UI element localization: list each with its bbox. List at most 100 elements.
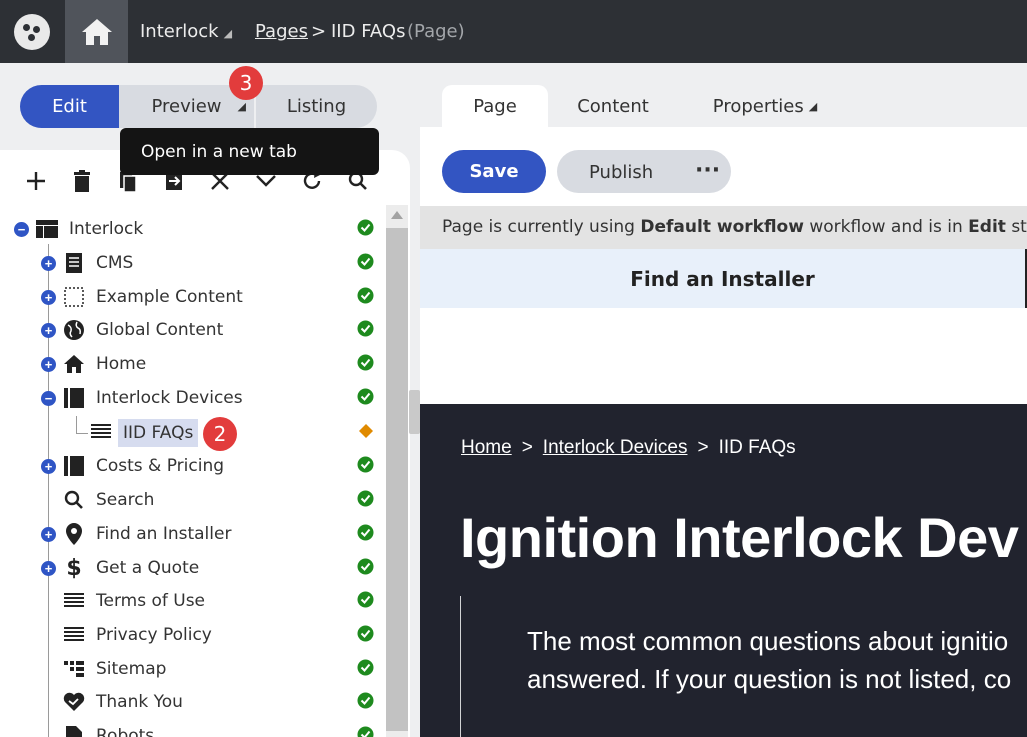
tree-item-label: Thank You xyxy=(96,692,183,712)
expand-icon[interactable]: + xyxy=(41,561,56,576)
collapse-icon[interactable]: − xyxy=(41,391,56,406)
document-icon xyxy=(63,252,85,274)
dollar-icon: $ xyxy=(66,555,82,581)
tree-item-label: Costs & Pricing xyxy=(96,456,225,476)
collapse-icon[interactable]: − xyxy=(14,222,29,237)
step-badge-3: 3 xyxy=(229,66,263,100)
published-status-icon xyxy=(357,726,374,737)
book-icon xyxy=(63,387,85,409)
expand-icon[interactable]: + xyxy=(41,459,56,474)
add-icon[interactable] xyxy=(22,164,50,198)
expand-icon[interactable]: + xyxy=(41,357,56,372)
published-status-icon xyxy=(357,625,374,642)
expand-icon[interactable]: + xyxy=(41,323,56,338)
expand-icon[interactable]: + xyxy=(41,290,56,305)
preview-intro-text: The most common questions about ignitio … xyxy=(527,622,1011,698)
edit-mode-button[interactable]: Edit xyxy=(20,85,119,128)
tree-item-label: Privacy Policy xyxy=(96,625,212,645)
preview-breadcrumb: Home > Interlock Devices > IID FAQs xyxy=(461,437,796,459)
tree-item-label: Global Content xyxy=(96,320,224,340)
workflow-text: Page is currently using xyxy=(442,217,641,237)
logo-icon xyxy=(13,13,50,50)
expand-icon[interactable]: + xyxy=(41,256,56,271)
save-button[interactable]: Save xyxy=(442,150,546,193)
tree-item-global-content[interactable]: + Global Content xyxy=(0,313,384,347)
tree-item-example-content[interactable]: + Example Content xyxy=(0,280,384,314)
file-icon xyxy=(63,725,85,737)
more-options-icon[interactable]: ··· xyxy=(695,158,720,183)
site-selector[interactable]: Interlock ◢ xyxy=(140,21,232,42)
delete-icon[interactable] xyxy=(68,164,96,198)
tree-scrollbar-thumb[interactable] xyxy=(386,228,408,731)
tree-item-costs-pricing[interactable]: + Costs & Pricing xyxy=(0,449,384,483)
scroll-up-arrow-icon[interactable] xyxy=(391,211,403,219)
globe-icon xyxy=(63,319,85,341)
workflow-text: step. xyxy=(1011,217,1027,237)
preview-spacer xyxy=(420,308,1027,404)
tree-item-label: CMS xyxy=(96,253,134,273)
book-icon xyxy=(63,455,85,477)
tab-content[interactable]: Content xyxy=(563,85,663,128)
listing-mode-button[interactable]: Listing xyxy=(256,85,377,128)
publish-button[interactable]: Publish xyxy=(589,162,653,183)
caret-down-icon: ◢ xyxy=(808,100,818,113)
expand-icon[interactable]: + xyxy=(41,527,56,542)
preview-intro-line: The most common questions about ignitio xyxy=(527,626,1009,656)
tree-item-label: Home xyxy=(96,354,147,374)
published-status-icon xyxy=(357,591,374,608)
breadcrumb-pages-link[interactable]: Pages xyxy=(255,21,308,42)
workflow-status-bar: Page is currently using Default workflow… xyxy=(420,206,1027,249)
preview-breadcrumb-home[interactable]: Home xyxy=(461,437,512,458)
tree-item-find-an-installer[interactable]: + Find an Installer xyxy=(0,517,384,551)
panel-splitter-handle[interactable] xyxy=(409,390,420,434)
published-status-icon xyxy=(357,219,374,236)
published-status-icon xyxy=(357,253,374,270)
tree-item-iid-faqs[interactable]: IID FAQs xyxy=(0,415,384,449)
home-icon xyxy=(63,353,85,375)
preview-breadcrumb-separator: > xyxy=(521,437,533,458)
list-icon xyxy=(90,421,112,443)
caret-down-icon[interactable]: ◢ xyxy=(238,100,246,113)
layout-icon xyxy=(36,218,58,240)
sitemap-icon xyxy=(63,658,85,680)
workflow-name: Default workflow xyxy=(640,217,804,237)
tree-item-get-a-quote[interactable]: + $ Get a Quote xyxy=(0,551,384,585)
search-icon xyxy=(63,489,85,511)
tree-item-label: Interlock xyxy=(69,219,144,239)
list-icon xyxy=(63,624,85,646)
home-button[interactable] xyxy=(65,0,128,63)
workflow-step-name: Edit xyxy=(968,217,1006,237)
published-status-icon xyxy=(357,490,374,507)
tree-item-label: Example Content xyxy=(96,287,243,307)
tree-item-search[interactable]: Search xyxy=(0,483,384,517)
tree-item-privacy-policy[interactable]: Privacy Policy xyxy=(0,618,384,652)
published-status-icon xyxy=(357,558,374,575)
tab-page[interactable]: Page xyxy=(442,85,548,128)
tree-item-interlock-devices[interactable]: − Interlock Devices xyxy=(0,381,384,415)
preview-nav-item[interactable]: Find an Installer xyxy=(420,249,1025,308)
list-icon xyxy=(63,590,85,612)
tree-item-label: Get a Quote xyxy=(96,558,200,578)
tree-item-sitemap[interactable]: Sitemap xyxy=(0,652,384,686)
tree-item-thank-you[interactable]: Thank You xyxy=(0,685,384,719)
open-in-new-tab-option[interactable]: Open in a new tab xyxy=(141,142,297,162)
tree-item-terms-of-use[interactable]: Terms of Use xyxy=(0,584,384,618)
tab-properties[interactable]: Properties ◢ xyxy=(700,85,830,128)
preview-page-title: Ignition Interlock Dev xyxy=(460,506,1019,569)
mode-switcher: Edit Preview ◢ Listing xyxy=(20,85,377,128)
tree-item-label: Search xyxy=(96,490,155,510)
tree-item-robots[interactable]: Robots xyxy=(0,719,384,737)
published-status-icon xyxy=(357,524,374,541)
tree-item-cms[interactable]: + CMS xyxy=(0,246,384,280)
breadcrumb-page-type: (Page) xyxy=(407,21,465,42)
tree-item-home[interactable]: + Home xyxy=(0,347,384,381)
preview-breadcrumb-section[interactable]: Interlock Devices xyxy=(543,437,688,458)
publish-button-group: Publish ··· xyxy=(557,150,731,193)
app-logo[interactable] xyxy=(0,0,63,63)
preview-intro-line: answered. If your question is not listed… xyxy=(527,664,1012,694)
preview-breadcrumb-separator: > xyxy=(697,437,709,458)
tree-item-interlock[interactable]: − Interlock xyxy=(0,212,384,246)
step-badge-2: 2 xyxy=(203,417,237,451)
published-status-icon xyxy=(357,287,374,304)
preview-breadcrumb-current: IID FAQs xyxy=(718,437,796,458)
